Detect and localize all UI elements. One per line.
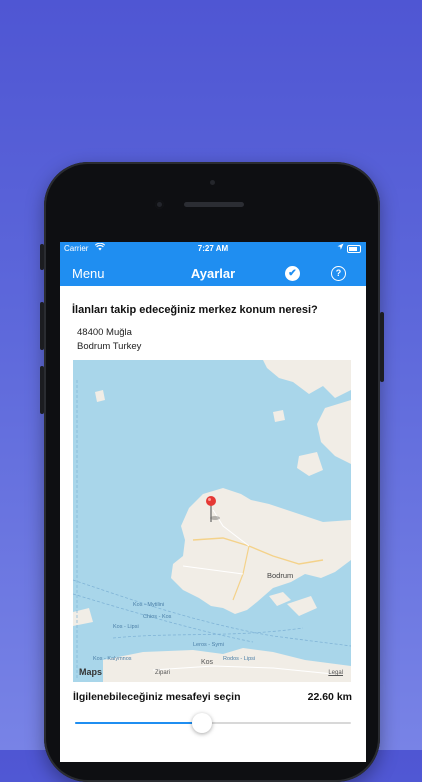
slider-thumb[interactable] (191, 713, 212, 733)
question-circle-icon[interactable]: ? (331, 266, 346, 281)
location-arrow-icon (337, 243, 344, 253)
earpiece-speaker (184, 202, 244, 207)
maps-attribution: Maps (79, 667, 103, 677)
power-button (380, 312, 384, 382)
app-screen: Carrier 7:27 AM Menu Ayarlar ✔ ? İlanlar… (60, 242, 366, 762)
map-label-kalymnos: Kos - Kalymnos (93, 656, 132, 662)
location-map[interactable]: Bodrum Kos - Mytilini Chios - Kos Kos - … (73, 360, 351, 682)
checkmark-circle-icon[interactable]: ✔ (285, 266, 300, 281)
status-time: 7:27 AM (197, 244, 229, 253)
phone-frame: Carrier 7:27 AM Menu Ayarlar ✔ ? İlanlar… (40, 162, 384, 782)
battery-icon (347, 245, 361, 253)
volume-up-button (40, 302, 44, 350)
status-bar: Carrier 7:27 AM (60, 242, 366, 256)
distance-slider[interactable] (75, 713, 351, 733)
location-question: İlanları takip edeceğiniz merkez konum n… (72, 304, 318, 316)
distance-label: İlgilenebileceğiniz mesafeyi seçin (73, 691, 241, 703)
map-canvas: Bodrum Kos - Mytilini Chios - Kos Kos - … (73, 360, 351, 682)
volume-down-button (40, 366, 44, 414)
sensor (210, 180, 215, 185)
map-label-bodrum: Bodrum (267, 571, 293, 580)
slider-fill (75, 722, 202, 724)
map-label-kos: Kos (201, 659, 214, 666)
map-label-rodos: Rodos - Lipsi (223, 656, 255, 662)
map-label-kos-mytilini: Kos - Mytilini (133, 602, 164, 608)
mute-switch (40, 244, 44, 270)
page-title: Ayarlar (190, 266, 236, 281)
menu-button[interactable]: Menu (72, 266, 105, 281)
map-label-chios: Chios - Kos (143, 614, 172, 620)
front-camera (155, 200, 164, 209)
distance-value: 22.60 km (307, 691, 352, 703)
map-label-leros: Leros - Symi (193, 642, 224, 648)
map-label-zipari: Zipari (155, 670, 170, 676)
navigation-bar: Carrier 7:27 AM Menu Ayarlar ✔ ? (60, 242, 366, 286)
address-line-1: 48400 Muğla (77, 327, 132, 338)
legal-link[interactable]: Legal (328, 670, 343, 676)
map-label-lipsi: Kos - Lipsi (113, 624, 139, 630)
address-line-2: Bodrum Turkey (77, 341, 142, 352)
